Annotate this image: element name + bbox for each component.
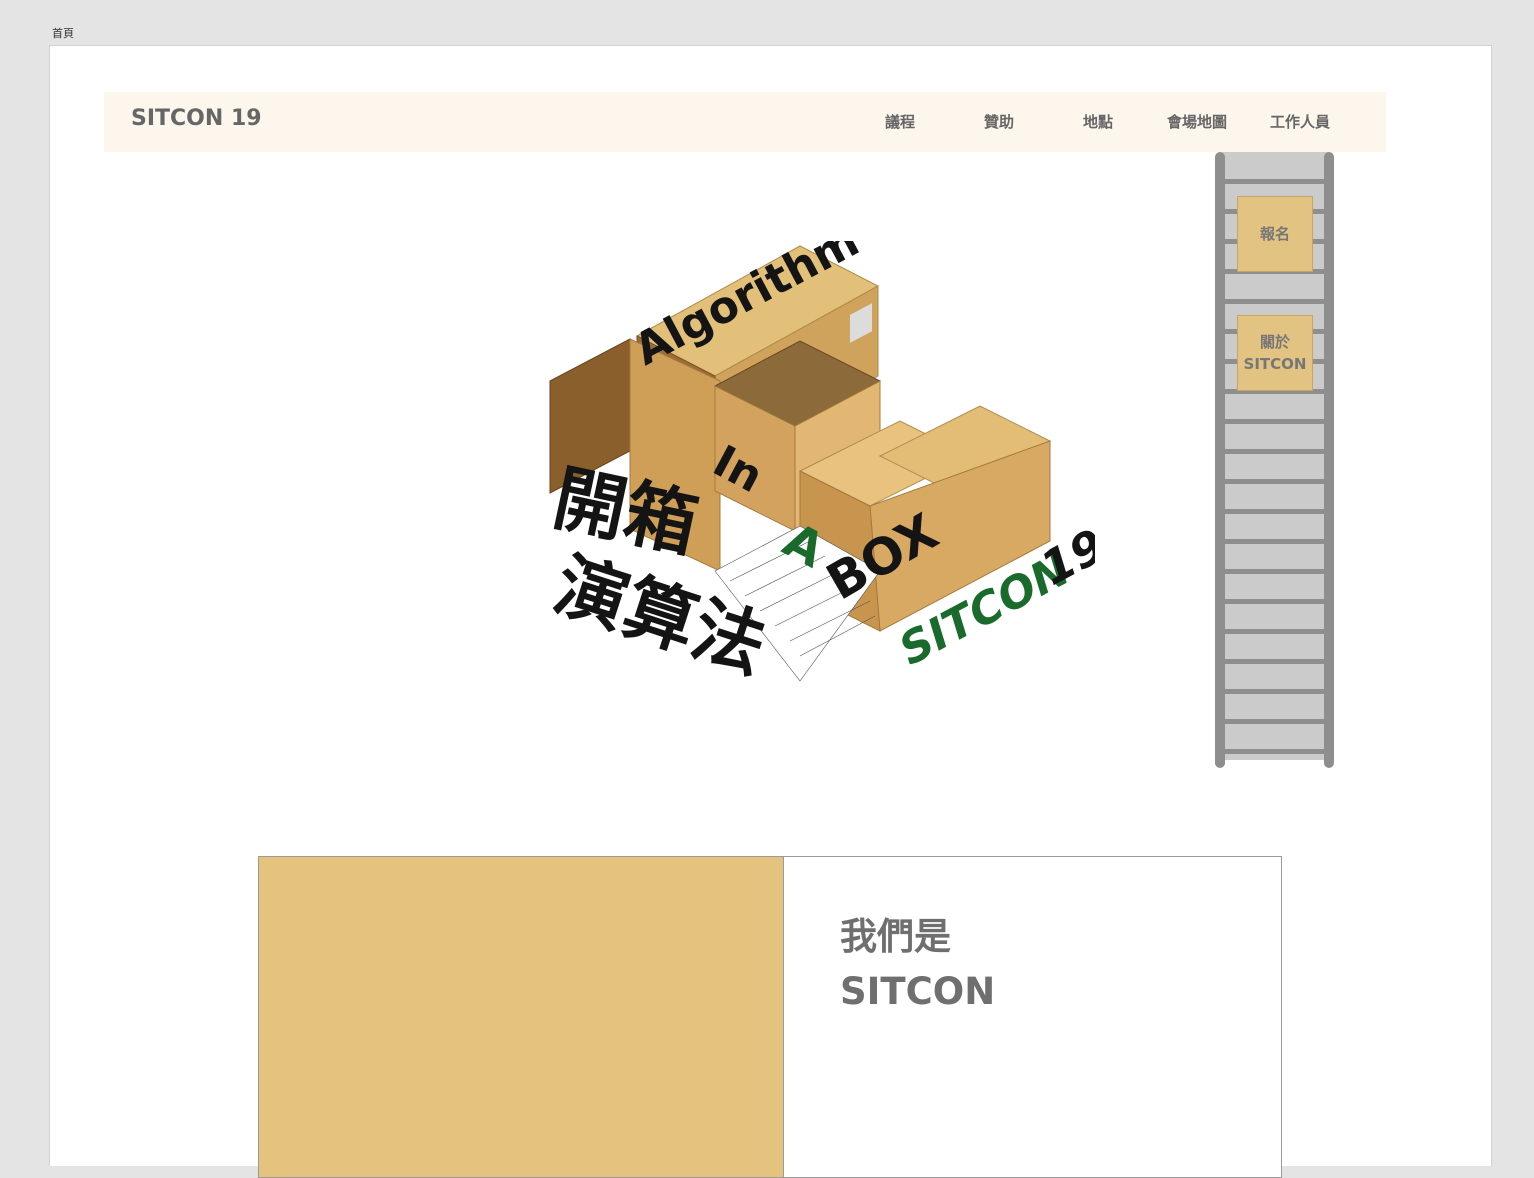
navbar: SITCON 19 議程 贊助 地點 會場地圖 工作人員 — [104, 92, 1386, 152]
about-label-line1: 關於 — [1259, 333, 1290, 351]
hero-illustration: Algorithm In A BOX SITCON 19 開箱 演算法 — [545, 215, 1114, 689]
nav-item-location[interactable]: 地點 — [1058, 111, 1138, 132]
page-canvas: SITCON 19 議程 贊助 地點 會場地圖 工作人員 報名 關於 SITCO… — [49, 45, 1492, 1178]
nav-item-venue-map[interactable]: 會場地圖 — [1147, 111, 1247, 132]
about-heading-line1: 我們是 — [840, 915, 951, 958]
about-label-line2: SITCON — [1243, 355, 1307, 373]
hero-artwork: Algorithm In A BOX SITCON 19 開箱 演算法 — [500, 215, 1114, 689]
about-image-placeholder — [259, 857, 784, 1177]
nav-item-sponsor[interactable]: 贊助 — [959, 111, 1039, 132]
brand-logo[interactable]: SITCON 19 — [131, 106, 262, 131]
register-button[interactable]: 報名 — [1237, 196, 1313, 272]
artboard-label: 首頁 — [52, 27, 74, 40]
about-sitcon-button[interactable]: 關於 SITCON — [1237, 315, 1313, 391]
about-heading: 我們是 SITCON — [840, 909, 995, 1019]
about-heading-line2: SITCON — [840, 970, 996, 1013]
nav-item-staff[interactable]: 工作人員 — [1250, 111, 1350, 132]
about-section: 我們是 SITCON — [258, 856, 1282, 1178]
register-label: 報名 — [1259, 225, 1290, 243]
ladder-side-nav: 報名 關於 SITCON — [1214, 152, 1335, 770]
nav-item-agenda[interactable]: 議程 — [860, 111, 940, 132]
